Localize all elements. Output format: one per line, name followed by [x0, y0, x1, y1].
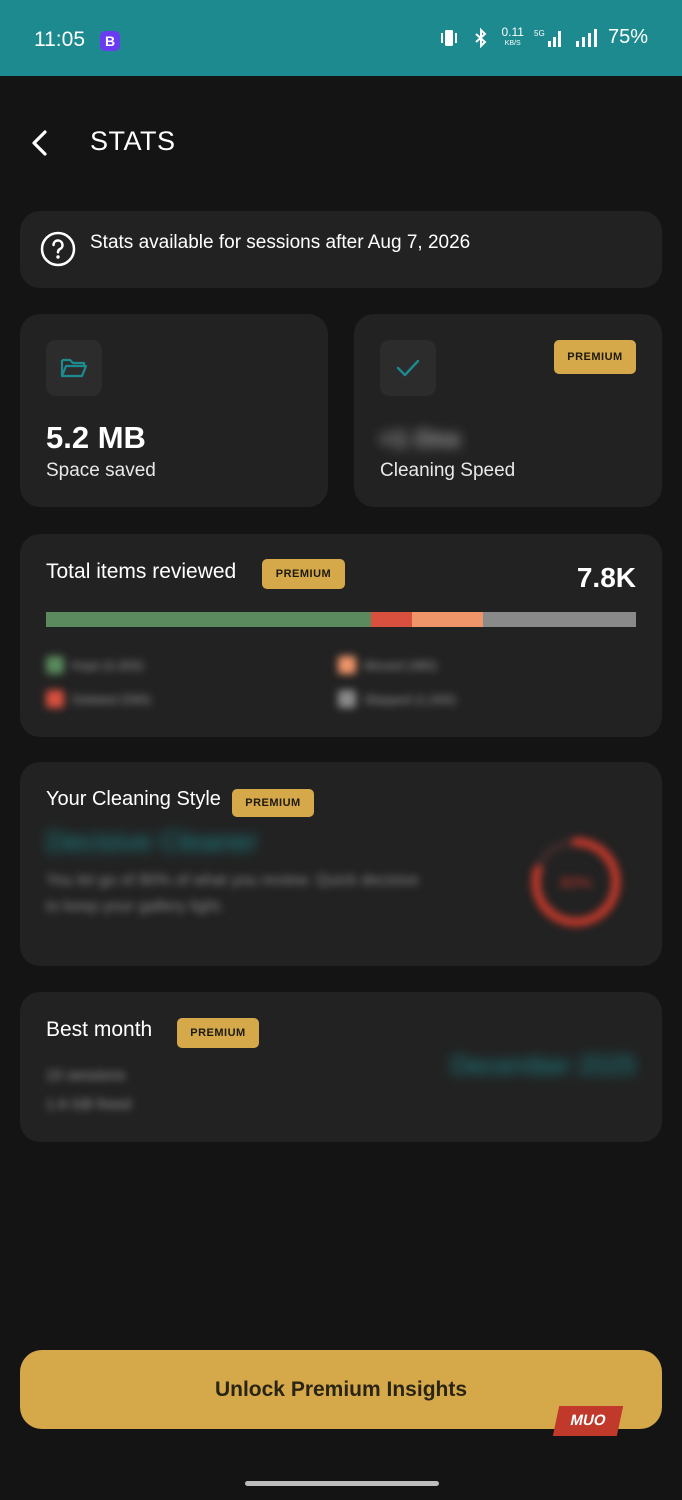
app-notification-icon: B: [100, 31, 120, 51]
items-progress-bar: [46, 612, 636, 627]
signal-icon: [575, 28, 597, 47]
cleaning-speed-value: <1 Onx: [380, 426, 461, 453]
info-card: Stats available for sessions after Aug 7…: [20, 211, 662, 288]
home-indicator[interactable]: [245, 1481, 439, 1486]
cleaning-style-description: You let go of 80% of what you review. Qu…: [46, 872, 419, 915]
best-month-sessions: 15 sessions: [46, 1067, 126, 1084]
legend-label: Skipped (1,000): [364, 691, 456, 707]
cleaning-style-gauge: 80%: [531, 837, 621, 927]
muo-watermark-logo: MUO: [552, 1406, 624, 1436]
legend-swatch: [46, 656, 64, 674]
legend-swatch: [338, 690, 356, 708]
legend-label: Deleted (590): [72, 691, 151, 707]
cleaning-style-title: Your Cleaning Style: [46, 788, 221, 810]
legend-item: Skipped (1,000): [338, 690, 456, 708]
check-icon: [396, 359, 420, 377]
bar-segment-moved: [411, 612, 483, 627]
status-time: 11:05: [34, 28, 85, 51]
bar-segment-deleted: [370, 612, 412, 627]
best-month-card: Best month PREMIUM 15 sessions 1.6 GB fr…: [20, 992, 662, 1142]
page-title: STATS: [90, 126, 176, 156]
battery-level: 75%: [607, 26, 648, 48]
space-saved-value: 5.2 MB: [46, 420, 146, 455]
folder-open-icon: [60, 358, 88, 378]
legend-item: Kept (4,300): [46, 656, 144, 674]
bluetooth-icon: [474, 27, 486, 48]
net-speed: 0.11 KB/S: [501, 24, 524, 49]
best-month-title: Best month: [46, 1018, 153, 1041]
net-speed-value: 0.11: [501, 24, 524, 39]
total-items-title: Total items reviewed: [46, 560, 237, 583]
legend-item: Deleted (590): [46, 690, 151, 708]
legend-swatch: [46, 690, 64, 708]
status-bar: 11:05 B 0.11 KB/S 5G 75%: [0, 0, 682, 76]
best-month-freed: 1.6 GB freed: [46, 1096, 132, 1113]
legend-item: Moved (480): [338, 656, 437, 674]
svg-text:80%: 80%: [560, 875, 592, 892]
cleaning-style-name: Decisive Cleaner: [46, 826, 258, 857]
total-items-card: Total items reviewed PREMIUM 7.8K Kept (…: [20, 534, 662, 737]
best-month-name: December 2025: [451, 1050, 636, 1080]
check-icon-tile: [380, 340, 436, 396]
help-circle-icon: [40, 231, 76, 267]
folder-icon-tile: [46, 340, 102, 396]
signal-5g-icon: 5G: [534, 29, 561, 47]
status-icons: 0.11 KB/S 5G 75%: [438, 24, 648, 49]
vibrate-icon: [440, 29, 457, 46]
premium-badge: PREMIUM: [177, 1018, 259, 1048]
info-text: Stats available for sessions after Aug 7…: [90, 232, 471, 253]
total-items-value: 7.8K: [576, 562, 636, 593]
premium-badge: PREMIUM: [262, 559, 345, 589]
space-saved-card: 5.2 MB Space saved: [20, 314, 328, 507]
premium-badge: PREMIUM: [232, 789, 314, 817]
bar-segment-kept: [46, 612, 371, 627]
legend-label: Moved (480): [364, 657, 437, 673]
space-saved-label: Space saved: [46, 460, 156, 481]
cleaning-style-card: Your Cleaning Style PREMIUM Decisive Cle…: [20, 762, 662, 966]
cleaning-speed-label: Cleaning Speed: [380, 460, 516, 481]
legend-label: Kept (4,300): [72, 657, 144, 673]
bar-segment-skipped: [482, 612, 636, 627]
premium-badge: PREMIUM: [554, 340, 636, 374]
net-speed-unit: KB/S: [504, 39, 521, 47]
back-arrow-icon[interactable]: [26, 126, 56, 160]
cleaning-speed-card: PREMIUM <1 Onx Cleaning Speed: [354, 314, 662, 507]
legend-swatch: [338, 656, 356, 674]
svg-text:5G: 5G: [534, 29, 545, 38]
app-header: STATS: [0, 110, 682, 176]
